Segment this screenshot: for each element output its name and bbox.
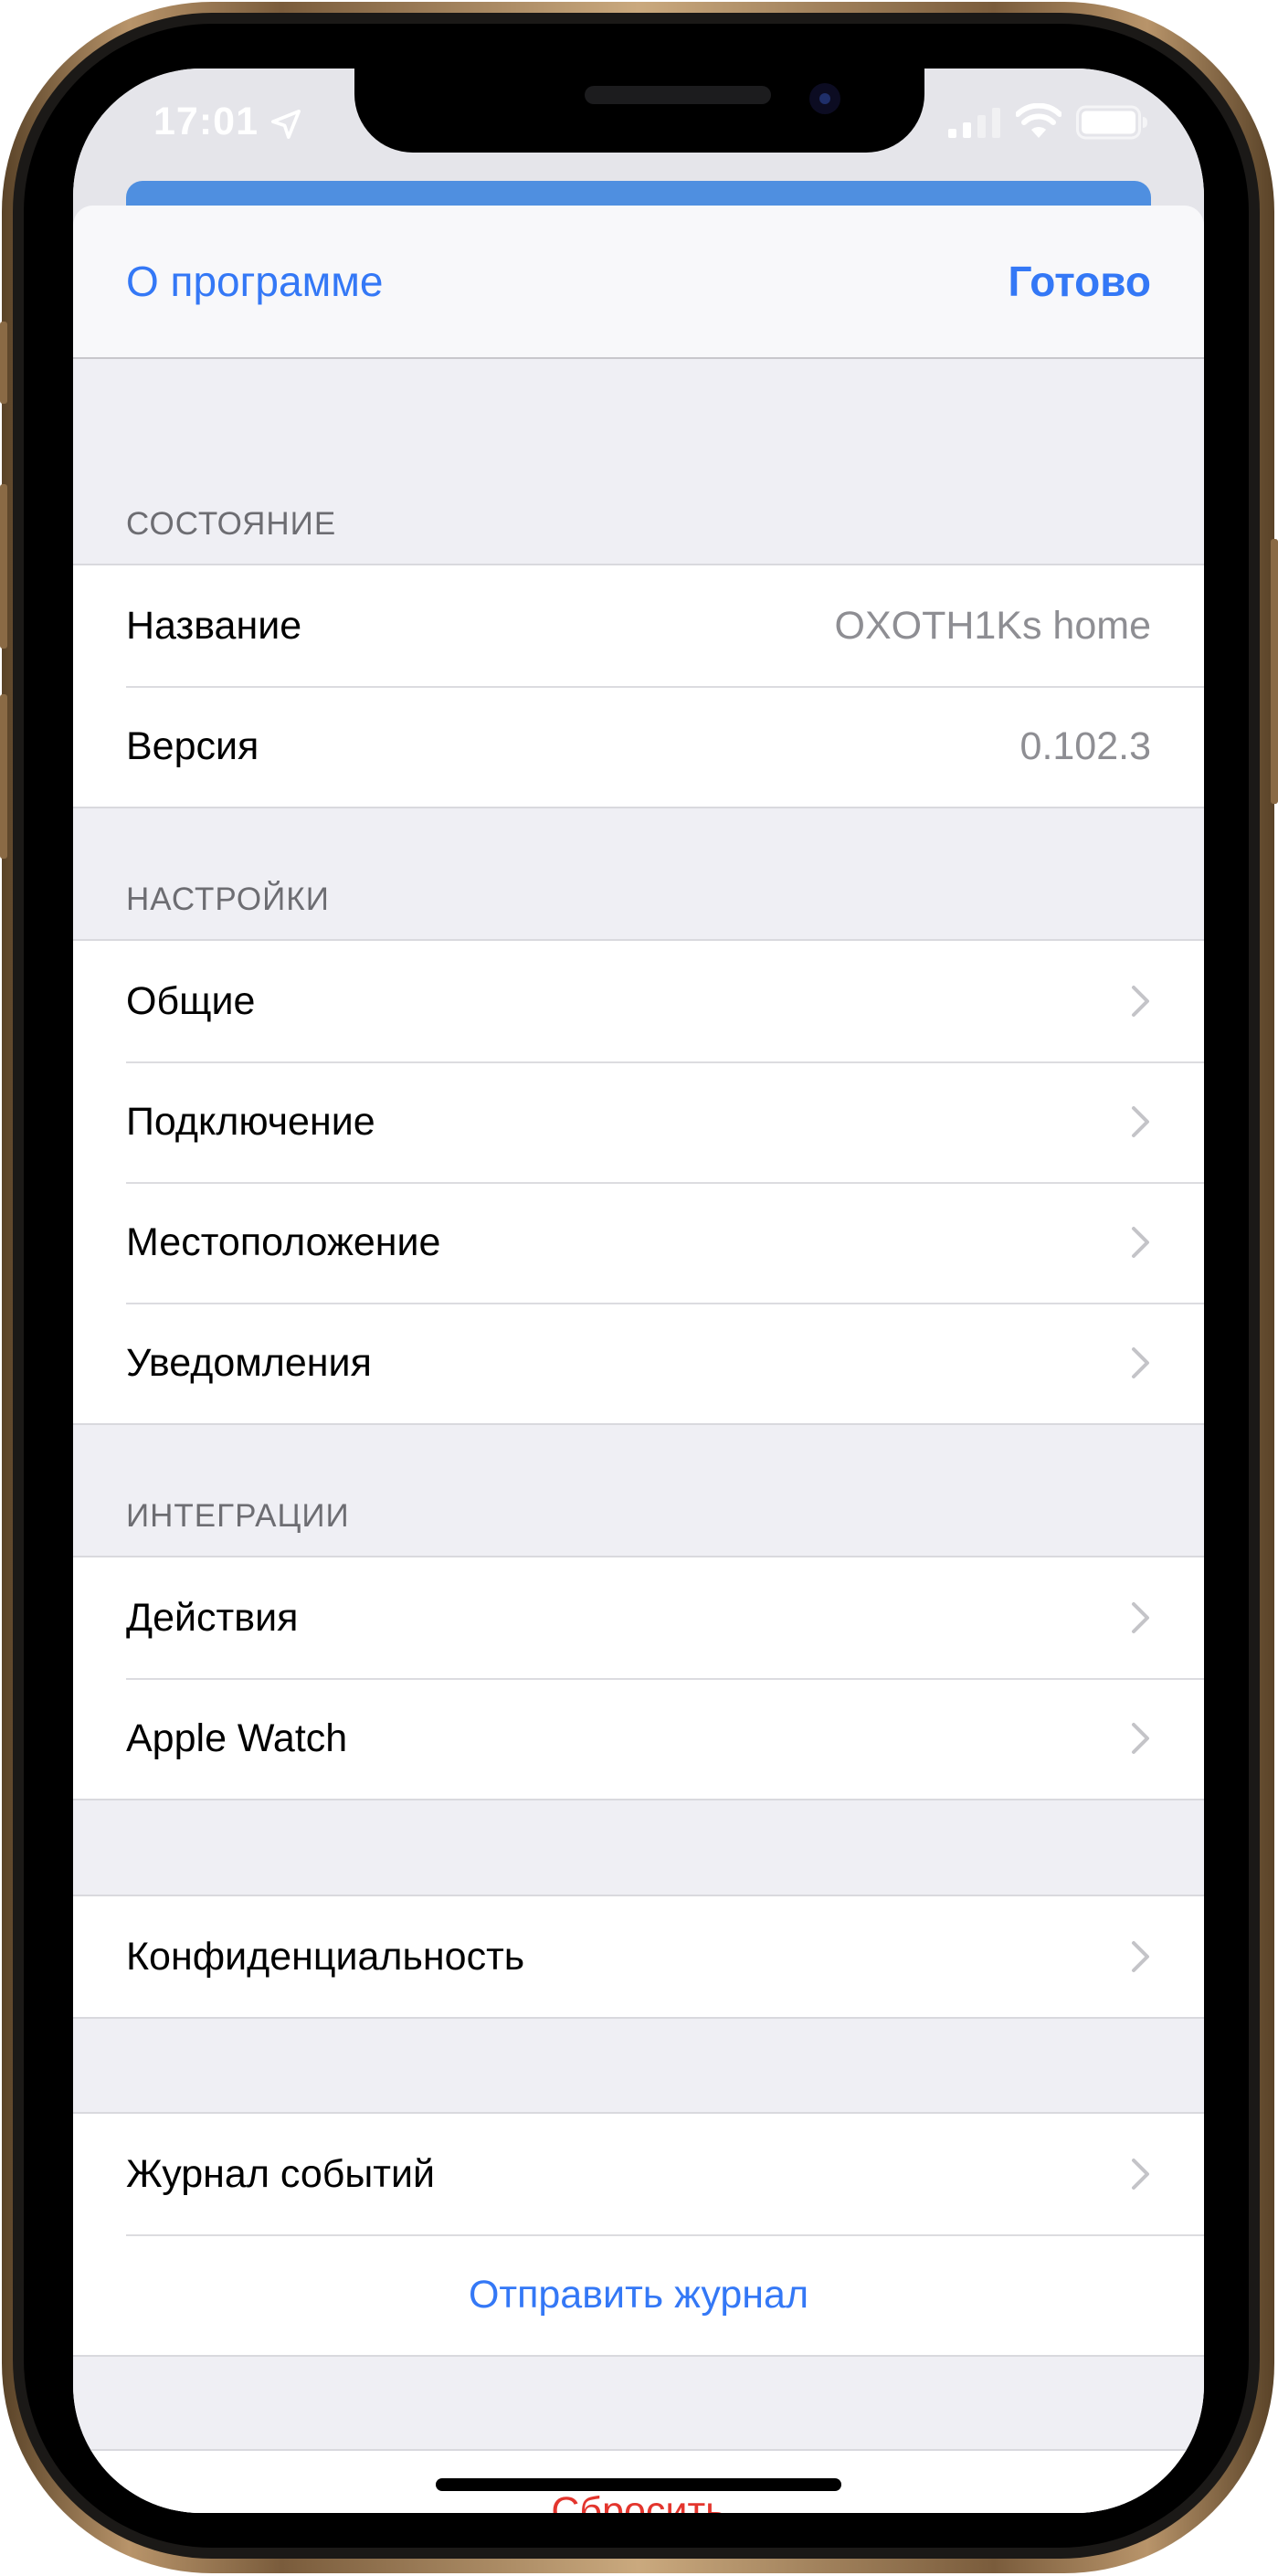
row-name: Название OXOTH1Ks home — [73, 565, 1204, 686]
speaker-grille — [585, 86, 771, 104]
section-header-status: СОСТОЯНИЕ — [126, 506, 337, 542]
row-general-label: Общие — [126, 978, 256, 1023]
battery-icon — [1076, 105, 1147, 140]
row-apple-watch[interactable]: Apple Watch — [73, 1678, 1204, 1799]
privacy-group: Конфиденциальность — [73, 1895, 1204, 2019]
row-apple-watch-label: Apple Watch — [126, 1716, 348, 1760]
home-indicator[interactable] — [436, 2478, 841, 2491]
chevron-right-icon — [1132, 1106, 1149, 1137]
row-version-label: Версия — [126, 723, 259, 768]
row-actions-label: Действия — [126, 1595, 299, 1640]
chevron-right-icon — [1132, 1347, 1149, 1378]
about-sheet: О программе Готово СОСТОЯНИЕ Название OX… — [73, 206, 1204, 2513]
row-name-label: Название — [126, 603, 302, 648]
section-header-settings: НАСТРОЙКИ — [126, 882, 330, 917]
row-general[interactable]: Общие — [73, 941, 1204, 1061]
row-version-value: 0.102.3 — [1019, 723, 1151, 768]
chevron-right-icon — [1132, 986, 1149, 1017]
send-log-label: Отправить журнал — [468, 2272, 809, 2317]
log-group: Журнал событий Отправить журнал — [73, 2112, 1204, 2357]
row-connection-label: Подключение — [126, 1099, 375, 1144]
navigation-bar: О программе Готово — [73, 206, 1204, 359]
chevron-right-icon — [1132, 1941, 1149, 1972]
volume-down-button — [0, 694, 7, 859]
phone-screen: 17:01 О программе Готово СОСТОЯНИЕ Назва… — [73, 69, 1204, 2513]
chevron-right-icon — [1132, 1723, 1149, 1754]
chevron-right-icon — [1132, 1602, 1149, 1633]
row-location-label: Местоположение — [126, 1219, 441, 1264]
notch — [354, 69, 924, 153]
wifi-icon — [1016, 103, 1061, 138]
power-button — [1271, 539, 1278, 804]
status-time: 17:01 — [153, 100, 259, 143]
row-notifications-label: Уведомления — [126, 1340, 372, 1385]
volume-up-button — [0, 484, 7, 649]
row-location[interactable]: Местоположение — [73, 1182, 1204, 1303]
row-connection[interactable]: Подключение — [73, 1061, 1204, 1182]
row-notifications[interactable]: Уведомления — [73, 1303, 1204, 1423]
mute-switch — [0, 322, 7, 404]
done-button[interactable]: Готово — [1008, 257, 1151, 306]
row-event-log-label: Журнал событий — [126, 2151, 436, 2196]
row-name-value: OXOTH1Ks home — [834, 603, 1152, 648]
status-group: Название OXOTH1Ks home Версия 0.102.3 — [73, 564, 1204, 808]
section-header-integrations: ИНТЕГРАЦИИ — [126, 1498, 350, 1534]
about-title-button[interactable]: О программе — [126, 257, 383, 306]
row-privacy[interactable]: Конфиденциальность — [73, 1896, 1204, 2017]
chevron-right-icon — [1132, 2159, 1149, 2190]
chevron-right-icon — [1132, 1227, 1149, 1258]
row-actions[interactable]: Действия — [73, 1557, 1204, 1678]
row-version: Версия 0.102.3 — [73, 686, 1204, 807]
settings-group: Общие Подключение Местоположение Уведомл… — [73, 939, 1204, 1425]
front-camera — [809, 83, 840, 114]
cellular-signal-icon — [948, 108, 1000, 138]
row-event-log[interactable]: Журнал событий — [73, 2114, 1204, 2234]
send-log-button[interactable]: Отправить журнал — [73, 2234, 1204, 2355]
integrations-group: Действия Apple Watch — [73, 1556, 1204, 1800]
location-arrow-icon — [270, 109, 301, 140]
reset-label: Сбросить — [551, 2488, 726, 2514]
row-privacy-label: Конфиденциальность — [126, 1934, 525, 1979]
